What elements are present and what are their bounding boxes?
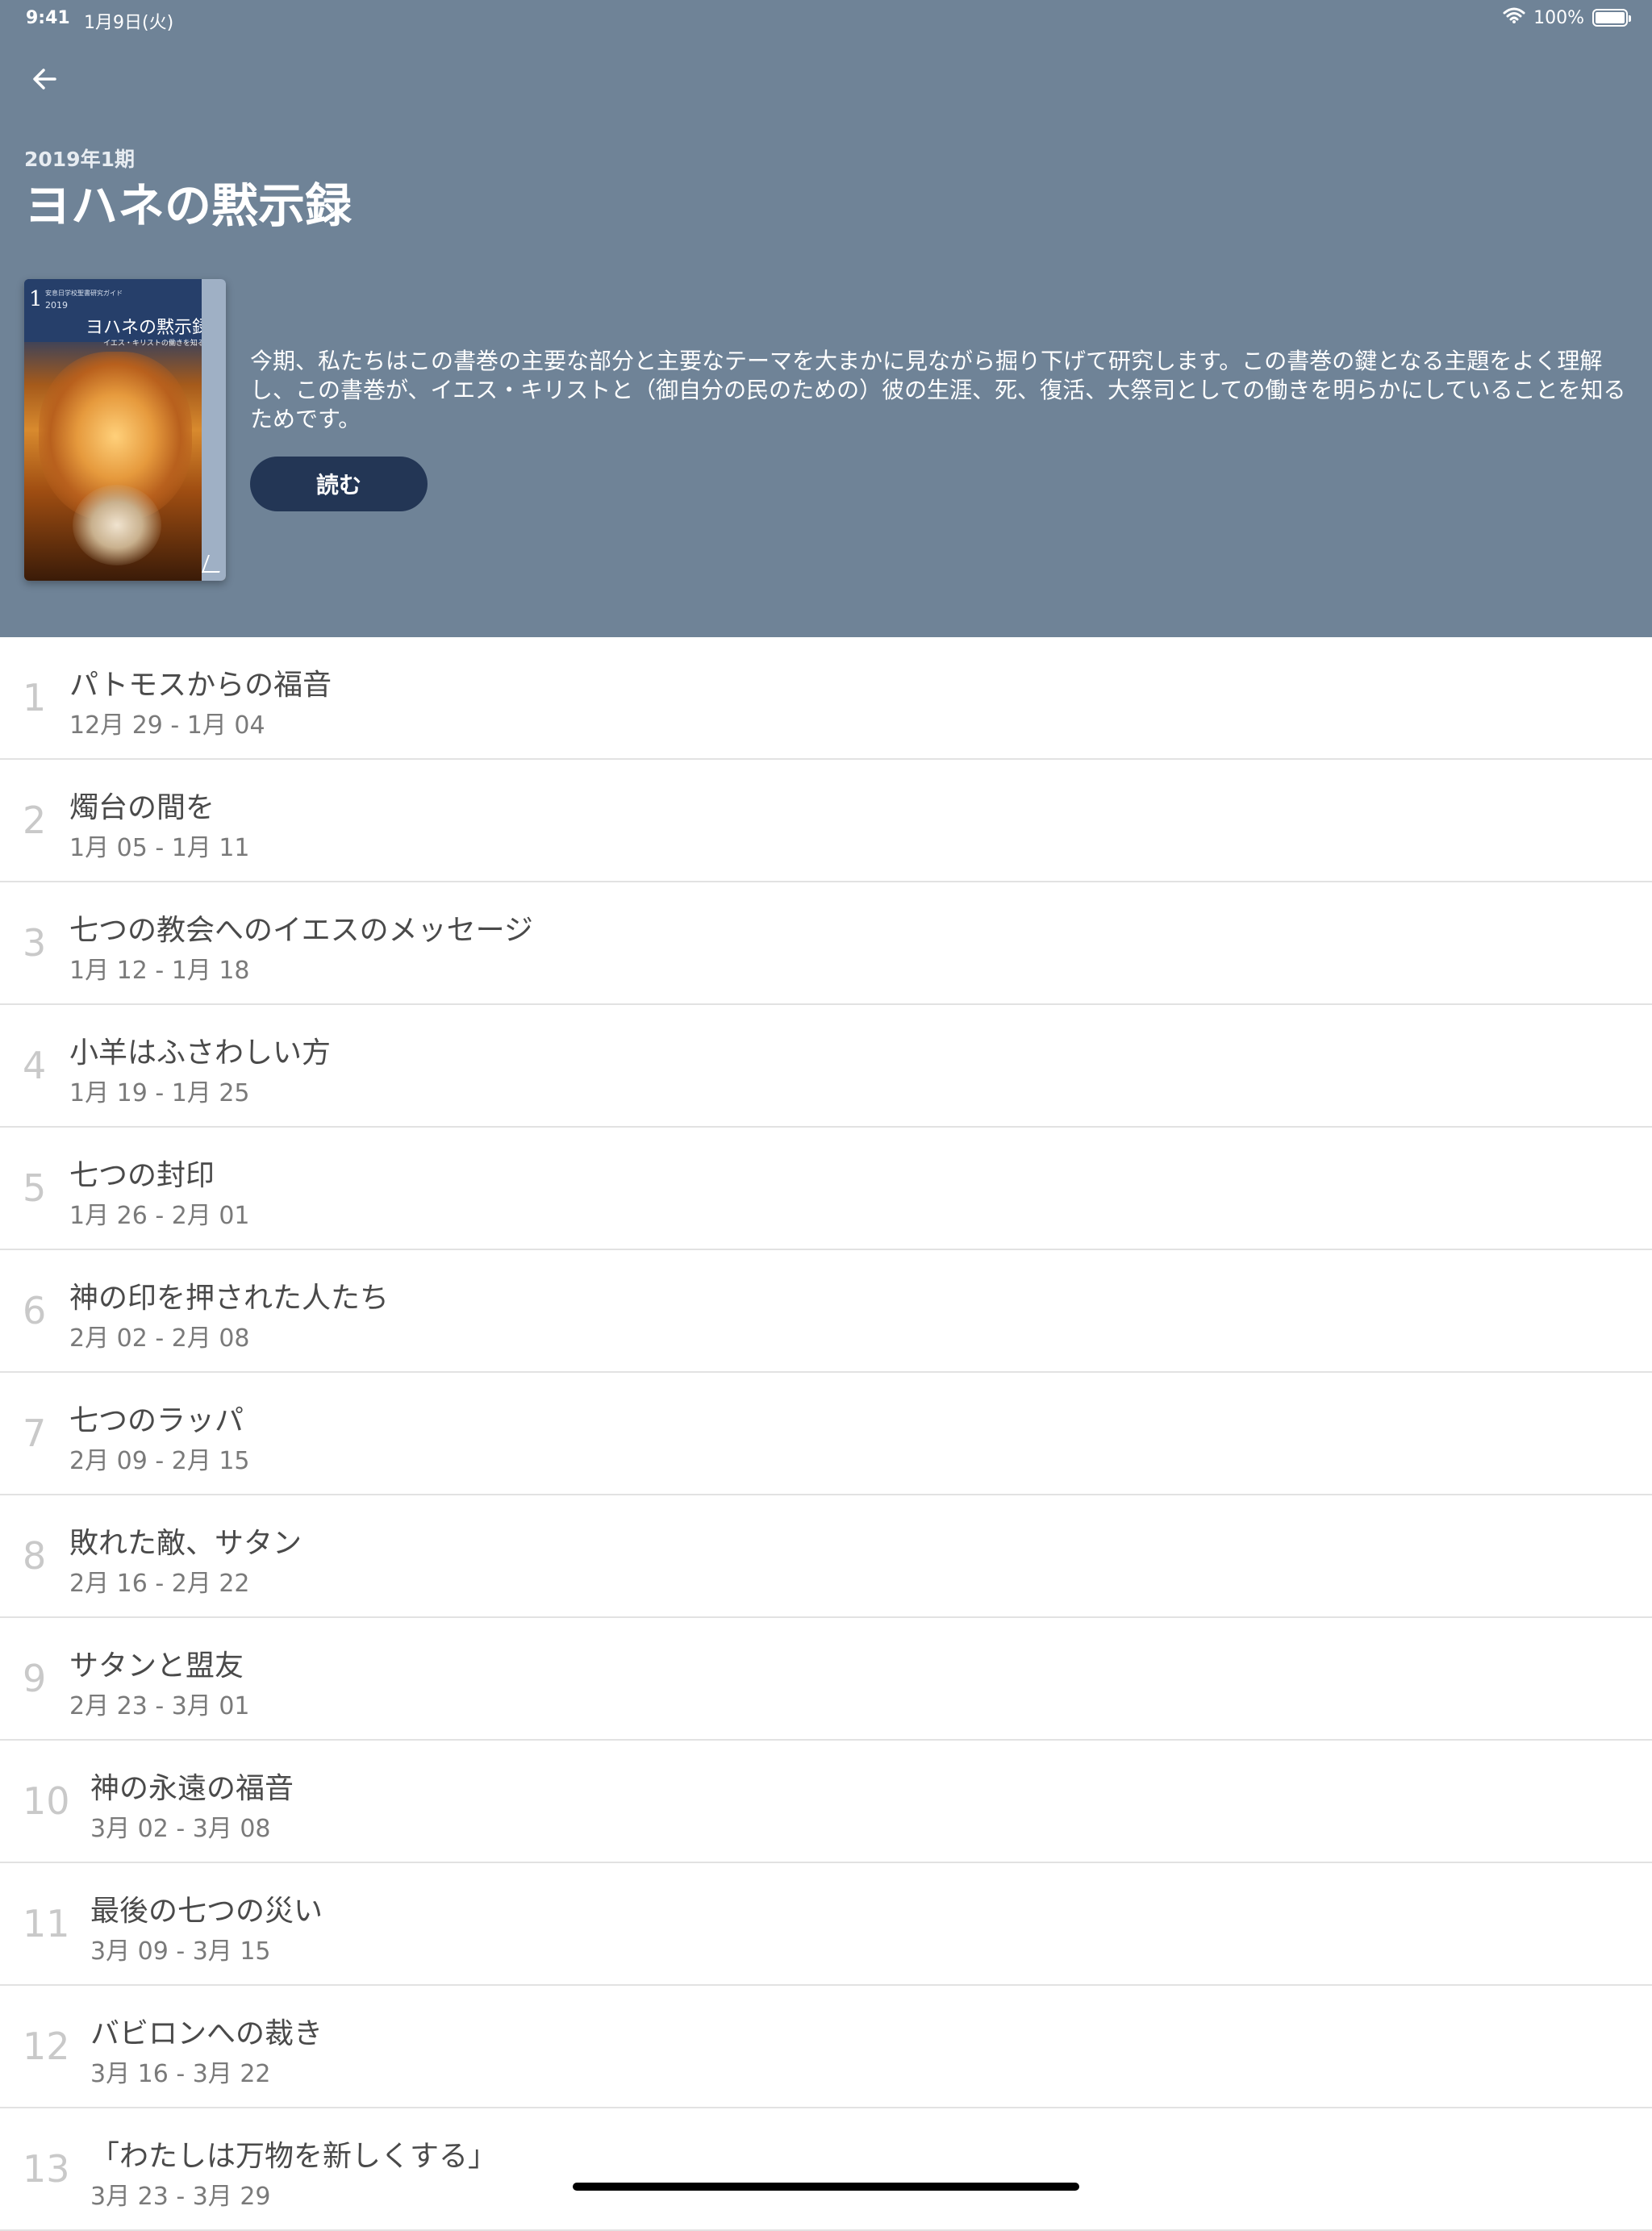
quarterly-cover-image: 1 安息日学校聖書研究ガイド 2019 ヨハネの黙示録 イエス・キリストの働きを… [24,279,226,581]
lesson-number: 8 [23,1534,47,1578]
lesson-list: 1 パトモスからの福音 12月 29 - 1月 04 2 燭台の間を 1月 05 - 1月… [0,637,1652,2231]
lesson-row[interactable]: 8 敗れた敵、サタン 2月 16 - 2月 22 [0,1495,1652,1618]
lesson-number: 7 [23,1412,47,1455]
status-time: 9:41 [26,8,70,28]
lesson-date-range: 3月 02 - 3月 08 [90,1815,271,1843]
lesson-row[interactable]: 7 七つのラッパ 2月 09 - 2月 15 [0,1373,1652,1495]
quarterly-header: 9:41 1月9日(火) 100% 2019年1期 ヨハネの黙示録 1 安息日学… [0,0,1652,637]
lesson-row[interactable]: 10 神の永遠の福音 3月 02 - 3月 08 [0,1741,1652,1863]
status-bar: 9:41 1月9日(火) 100% [0,0,1652,37]
cover-series-text: 安息日学校聖書研究ガイド [45,290,123,297]
lesson-row[interactable]: 6 神の印を押された人たち 2月 02 - 2月 08 [0,1250,1652,1373]
lesson-row[interactable]: 1 パトモスからの福音 12月 29 - 1月 04 [0,637,1652,760]
lesson-number: 10 [23,1779,70,1823]
lesson-number: 12 [23,2025,70,2068]
lesson-row[interactable]: 11 最後の七つの災い 3月 09 - 3月 15 [0,1863,1652,1986]
lesson-number: 1 [23,676,47,719]
status-right: 100% [1503,6,1631,29]
lesson-number: 11 [23,1902,70,1945]
arrow-left-icon [33,69,56,90]
lesson-title: サタンと盟友 [69,1649,244,1683]
lesson-title: 七つの封印 [69,1159,215,1192]
lesson-title: 七つの教会へのイエスのメッセージ [69,914,533,947]
cover-year: 2019 [45,300,68,311]
lesson-number: 5 [23,1166,47,1210]
lesson-title: 「わたしは万物を新しくする」 [90,2140,498,2173]
cover-subtitle: イエス・キリストの働きを知る [103,340,205,348]
lesson-date-range: 1月 19 - 1月 25 [69,1079,250,1107]
lesson-title: 七つのラッパ [69,1404,244,1437]
lesson-title: 神の印を押された人たち [69,1282,390,1315]
lesson-row[interactable]: 13 「わたしは万物を新しくする」 3月 23 - 3月 29 [0,2108,1652,2231]
page-title: ヨハネの黙示録 [24,178,353,233]
back-button[interactable] [23,56,68,102]
lesson-date-range: 2月 09 - 2月 15 [69,1447,250,1475]
lamb-illustration [73,485,161,565]
lesson-row[interactable]: 9 サタンと盟友 2月 23 - 3月 01 [0,1618,1652,1741]
lesson-date-range: 2月 23 - 3月 01 [69,1692,250,1720]
lesson-row[interactable]: 3 七つの教会へのイエスのメッセージ 1月 12 - 1月 18 [0,882,1652,1005]
home-indicator[interactable] [573,2183,1079,2191]
lesson-title: バビロンへの裁き [90,2017,323,2050]
lesson-number: 6 [23,1289,47,1332]
lesson-number: 4 [23,1044,47,1087]
lesson-row[interactable]: 2 燭台の間を 1月 05 - 1月 11 [0,760,1652,882]
lesson-date-range: 2月 02 - 2月 08 [69,1324,250,1353]
battery-percent: 100% [1533,7,1584,28]
lesson-row[interactable]: 12 バビロンへの裁き 3月 16 - 3月 22 [0,1986,1652,2108]
lesson-title: 小羊はふさわしい方 [69,1036,332,1070]
lesson-number: 9 [23,1657,47,1700]
wifi-icon [1503,6,1525,29]
lesson-date-range: 3月 23 - 3月 29 [90,2183,271,2211]
lesson-title: 神の永遠の福音 [90,1772,294,1805]
lesson-number: 3 [23,921,47,965]
status-date: 1月9日(火) [84,13,174,33]
cover-number: 1 [29,287,43,311]
lesson-title: 燭台の間を [69,791,215,824]
lesson-title: パトモスからの福音 [69,669,332,702]
lesson-date-range: 1月 12 - 1月 18 [69,957,250,985]
lesson-row[interactable]: 4 小羊はふさわしい方 1月 19 - 1月 25 [0,1005,1652,1128]
lesson-date-range: 12月 29 - 1月 04 [69,711,265,740]
cover-spine [202,279,226,581]
lesson-number: 13 [23,2147,70,2191]
lesson-date-range: 1月 05 - 1月 11 [69,834,250,862]
lesson-title: 敗れた敵、サタン [69,1527,302,1560]
lesson-date-range: 3月 16 - 3月 22 [90,2060,271,2088]
lesson-row[interactable]: 5 七つの封印 1月 26 - 2月 01 [0,1128,1652,1250]
lesson-date-range: 3月 09 - 3月 15 [90,1937,271,1966]
read-button[interactable]: 読む [250,457,428,511]
battery-icon [1592,9,1631,27]
cover-title: ヨハネの黙示録 [86,318,211,338]
lesson-date-range: 1月 26 - 2月 01 [69,1202,250,1230]
lesson-date-range: 2月 16 - 2月 22 [69,1570,250,1598]
lesson-number: 2 [23,799,47,842]
quarter-description: 今期、私たちはこの書巻の主要な部分と主要なテーマを大まかに見ながら掘り下げて研究… [250,348,1626,432]
lesson-title: 最後の七つの災い [90,1895,323,1928]
